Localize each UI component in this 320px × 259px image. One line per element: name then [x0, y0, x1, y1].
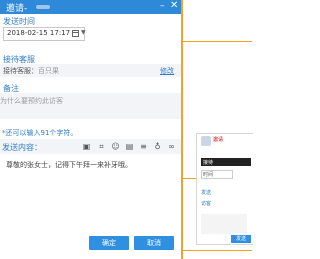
list-icon[interactable]: ≡ — [139, 142, 148, 151]
background-chat-window: 邀请 接待 时间 发送 访客 发送 — [196, 133, 253, 245]
crop-icon[interactable]: ⌗ — [97, 142, 106, 151]
note-placeholder: 为什么要预约此访客 — [0, 97, 63, 105]
smiley-icon[interactable]: ☺ — [111, 142, 120, 151]
chevron-down-icon: ▼ — [81, 29, 86, 36]
document-icon[interactable]: ▤ — [125, 142, 134, 151]
message-text: 尊敬的张女士，记得下午拜一来补牙哦。 — [6, 161, 132, 169]
calendar-icon — [72, 30, 79, 37]
confirm-button[interactable]: 确定 — [89, 236, 129, 250]
highlight-frame-bottom — [182, 250, 252, 251]
modify-contact-link[interactable]: 修改 — [160, 66, 174, 76]
image-icon[interactable]: ▣ — [82, 142, 91, 151]
highlight-frame-vertical — [181, 0, 183, 259]
chat-snippet: 邀请 — [213, 137, 224, 143]
dialog-titlebar: 邀请- – ✕ — [0, 0, 182, 14]
chat-input-area[interactable] — [201, 214, 247, 234]
close-icon[interactable]: ✕ — [170, 0, 178, 11]
message-toolbar: 发送内容： ▣ ⌗ ☺ ▤ ≡ ♁ ∞ — [0, 139, 182, 154]
contact-label: 接待客服： — [3, 67, 38, 75]
message-textarea[interactable]: 尊敬的张女士，记得下午拜一来补牙哦。 — [0, 155, 182, 233]
char-limit-hint: *还可以输入91个字符。 — [2, 129, 78, 137]
chat-snippet: 发送 — [201, 190, 212, 196]
send-time-picker[interactable]: 2018-02-15 17:17 ▼ — [3, 27, 86, 41]
send-time-heading: 发送时间 — [3, 17, 35, 26]
chat-send-button[interactable]: 发送 — [231, 235, 251, 243]
note-textarea[interactable]: 为什么要预约此访客 — [0, 93, 182, 119]
chat-snippet: 访客 — [201, 201, 212, 207]
link-icon[interactable]: ∞ — [167, 142, 176, 151]
contact-name-field[interactable]: 百只果 — [38, 66, 59, 76]
minimize-icon[interactable]: – — [160, 1, 165, 11]
highlight-frame-top — [182, 41, 252, 42]
content-label: 发送内容： — [2, 143, 42, 152]
cancel-button[interactable]: 取消 — [134, 236, 174, 250]
contact-row: 接待客服： 百只果 修改 — [0, 64, 182, 77]
dialog-title: 邀请- — [6, 4, 28, 14]
microphone-icon[interactable]: ♁ — [153, 142, 162, 151]
chat-snippet: 时间 — [203, 172, 214, 178]
chat-snippet: 接待 — [203, 160, 214, 166]
title-blurred-name — [36, 5, 50, 9]
send-time-value: 2018-02-15 17:17 — [7, 29, 71, 37]
invite-dialog: 邀请- – ✕ 发送时间 2018-02-15 17:17 ▼ 接待客服 接待客… — [0, 0, 182, 259]
avatar — [201, 136, 211, 146]
